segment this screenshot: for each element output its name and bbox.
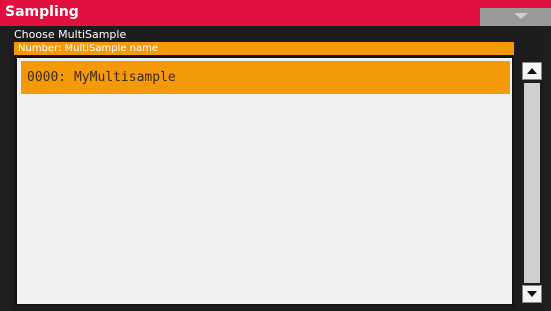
chevron-down-icon	[514, 13, 528, 19]
column-header: Number: MultiSample name	[14, 42, 514, 55]
scroll-up-button[interactable]	[522, 62, 542, 80]
arrow-down-icon	[527, 291, 537, 297]
page-title: Sampling	[5, 4, 79, 20]
scroll-down-button[interactable]	[522, 285, 542, 303]
arrow-up-icon	[527, 68, 537, 74]
dialog-title: Choose MultiSample	[14, 28, 127, 41]
title-bar: Sampling	[0, 0, 551, 26]
page-menu-button[interactable]	[480, 8, 551, 26]
scroll-track[interactable]	[524, 83, 540, 283]
list-item[interactable]: 0000: MyMultisample	[21, 61, 510, 94]
